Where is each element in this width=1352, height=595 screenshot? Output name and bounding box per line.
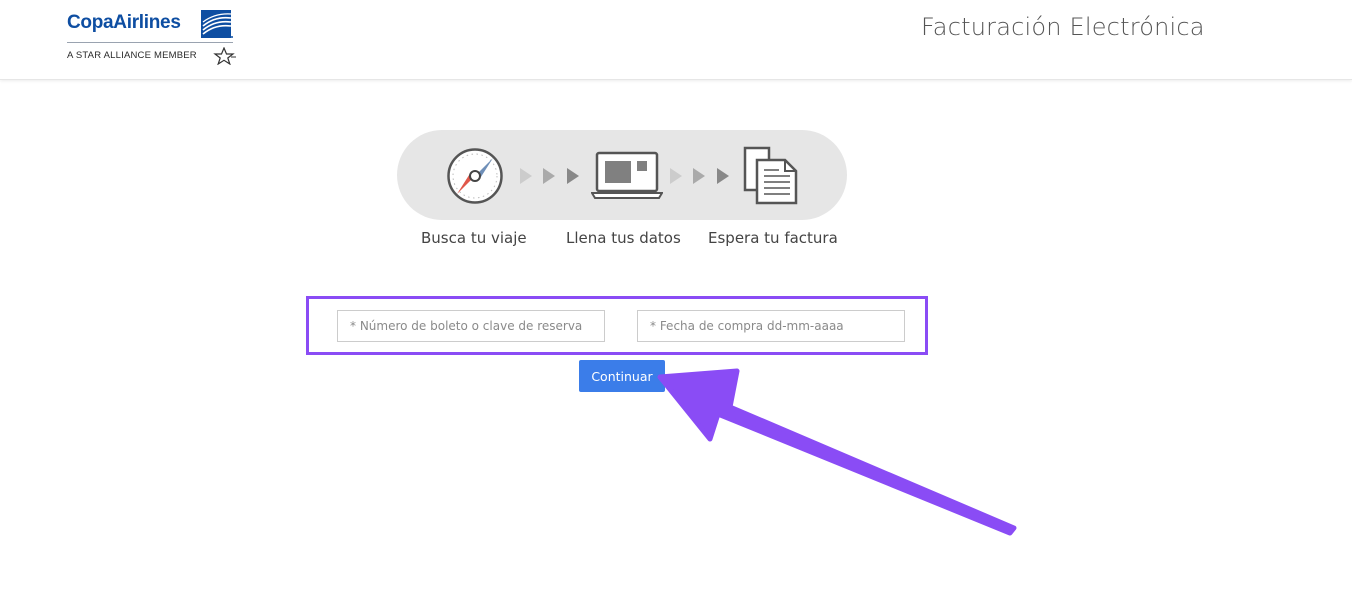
step-label-fill-data: Llena tus datos xyxy=(566,229,681,247)
logo-wordmark: CopaAirlines xyxy=(67,12,181,33)
site-header: CopaAirlines A STAR ALLIANCE MEMBER Fact… xyxy=(0,0,1352,80)
compass-icon xyxy=(447,148,503,204)
copa-airlines-logo[interactable]: CopaAirlines A STAR ALLIANCE MEMBER xyxy=(67,10,242,70)
invoice-search-form xyxy=(306,296,928,355)
step-label-wait-invoice: Espera tu factura xyxy=(708,229,838,247)
laptop-icon xyxy=(591,151,663,199)
step-arrows-icon xyxy=(670,168,729,184)
step-label-search: Busca tu viaje xyxy=(421,229,527,247)
ticket-number-input[interactable] xyxy=(337,310,605,342)
page: CopaAirlines A STAR ALLIANCE MEMBER Fact… xyxy=(0,0,1352,595)
annotation-arrow-icon xyxy=(657,368,1017,536)
page-title: Facturación Electrónica xyxy=(921,13,1205,41)
step-arrows-icon xyxy=(520,168,579,184)
star-alliance-tagline: A STAR ALLIANCE MEMBER xyxy=(67,50,197,61)
copa-wing-logo-icon xyxy=(201,10,233,38)
logo-divider xyxy=(67,42,233,43)
documents-icon xyxy=(743,146,798,205)
star-alliance-icon xyxy=(213,47,236,65)
purchase-date-input[interactable] xyxy=(637,310,905,342)
